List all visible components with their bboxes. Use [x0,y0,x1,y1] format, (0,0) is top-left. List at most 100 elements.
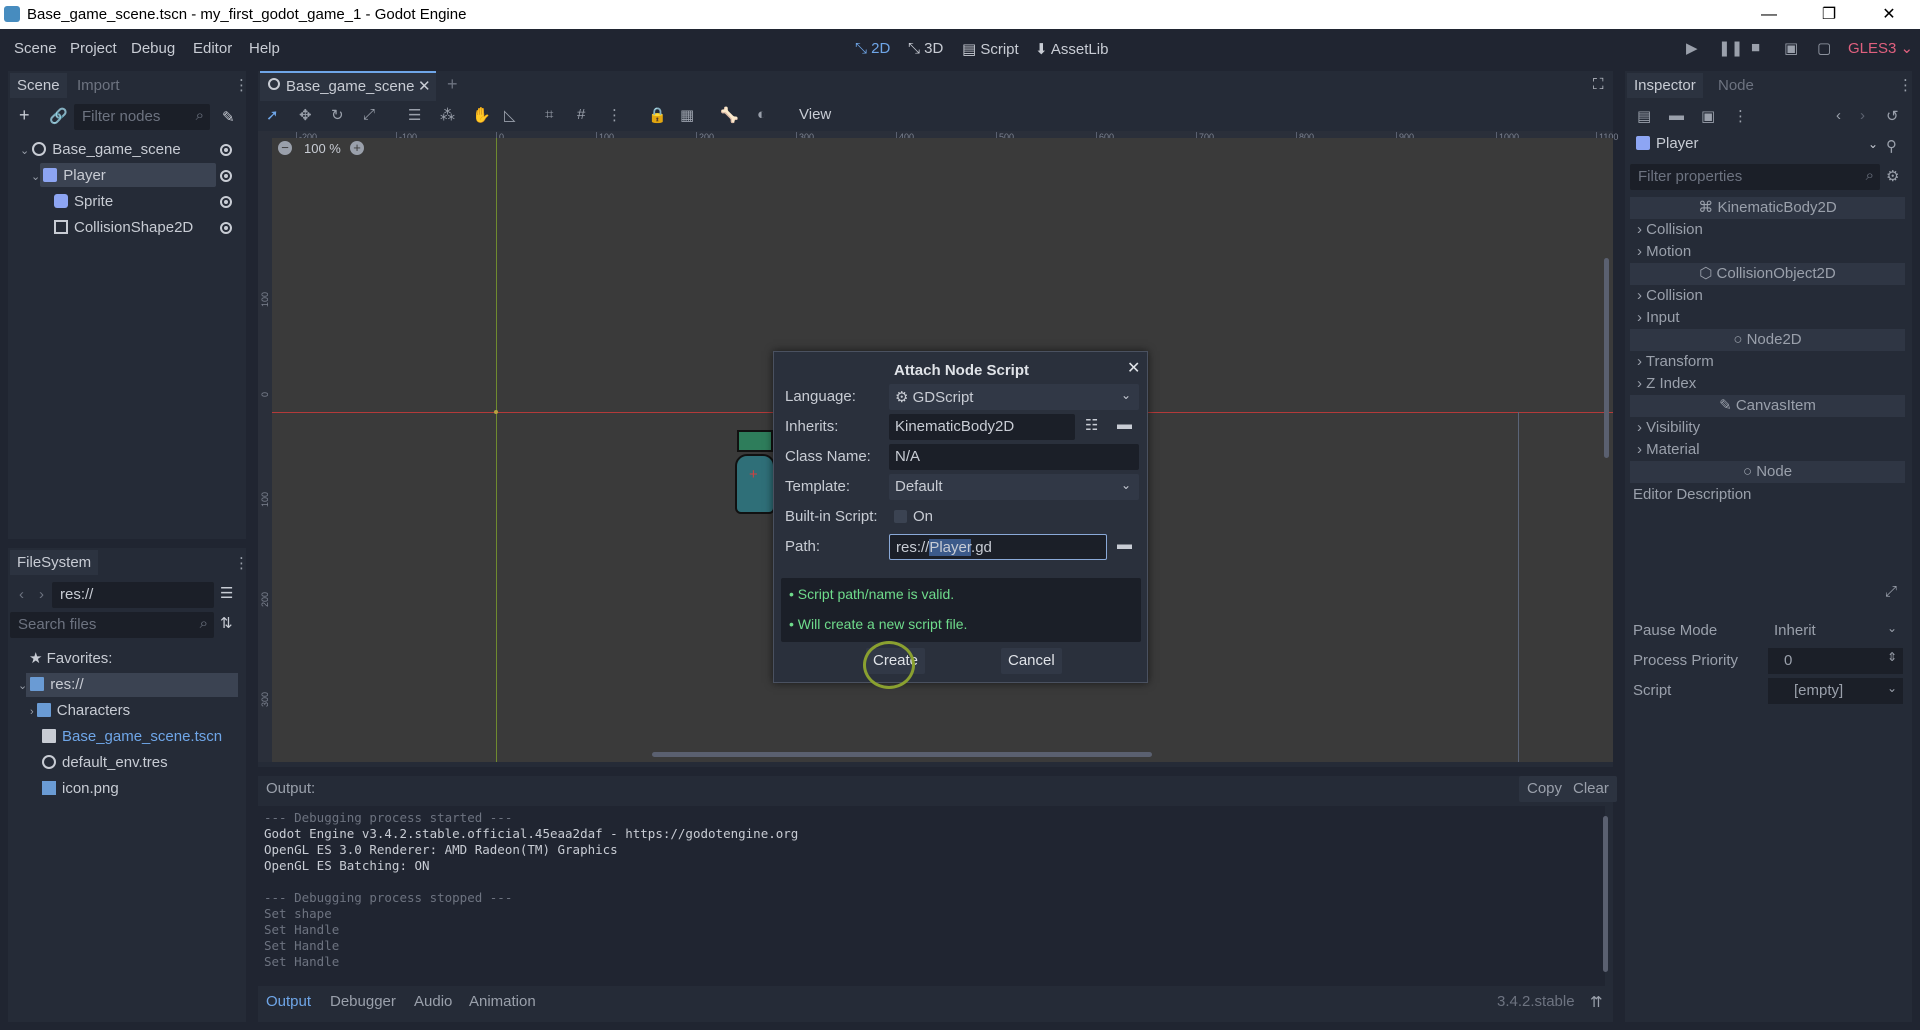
group-z-index[interactable]: › Z Index [1637,375,1696,392]
play-scene-icon[interactable]: ▣ [1784,39,1798,57]
forward-icon[interactable]: › [39,586,44,603]
scale-mode-icon[interactable]: ⤢ [363,106,375,123]
distraction-free-icon[interactable]: ⛶ [1593,76,1604,93]
builtin-checkbox[interactable]: On [894,508,933,525]
menu-scene[interactable]: Scene [14,40,57,57]
scene-tab[interactable]: Base_game_scene ✕ [260,71,436,101]
menu-help[interactable]: Help [249,40,280,57]
workspace-3d[interactable]: ⤡ 3D [908,40,943,57]
list-select-icon[interactable]: ☰ [408,106,421,124]
snap-options-icon[interactable]: ⋮ [607,106,622,124]
fs-item-res[interactable]: ⌄ res:// [18,672,84,698]
pause-icon[interactable]: ❚❚ [1718,39,1743,57]
tab-debugger[interactable]: Debugger [330,993,396,1010]
tab-scene[interactable]: Scene [10,73,67,98]
tree-node-player[interactable]: ⌄ Player [31,163,106,189]
template-select[interactable]: Default ⌄ [889,474,1139,500]
fs-item-base-game-scene[interactable]: Base_game_scene.tscn [42,724,222,750]
tree-node-sprite[interactable]: Sprite [54,189,113,215]
create-button[interactable]: Create [866,648,926,674]
ruler-mode-icon[interactable]: ◺ [504,106,516,124]
inspected-object-select[interactable]: Player ⌄ [1632,135,1882,159]
visibility-eye-icon[interactable] [220,196,232,208]
spin-arrows-icon[interactable]: ⇕ [1887,650,1897,664]
workspace-2d[interactable]: ⤡ 2D [855,40,890,57]
menu-debug[interactable]: Debug [131,40,175,57]
group-visibility[interactable]: › Visibility [1637,419,1700,436]
expand-bottom-panel-icon[interactable]: ⇈ [1590,993,1603,1011]
fs-item-characters[interactable]: › Characters [30,698,130,724]
folder-browse-icon[interactable]: ▬ [1117,416,1132,433]
tab-inspector[interactable]: Inspector [1627,73,1703,98]
tab-node[interactable]: Node [1718,77,1754,94]
pivot-mode-icon[interactable]: ⁂ [440,106,455,124]
visibility-eye-icon[interactable] [220,170,232,182]
skeleton-icon[interactable]: 🦴 [720,106,739,124]
group-collision[interactable]: › Collision [1637,221,1703,238]
close-tab-icon[interactable]: ✕ [418,77,431,95]
group-transform[interactable]: › Transform [1637,353,1714,370]
toggle-split-icon[interactable]: ☰ [220,584,233,602]
visibility-eye-icon[interactable] [220,144,232,156]
grid-snap-icon[interactable]: # [577,106,585,123]
zoom-in-icon[interactable]: + [350,141,364,155]
tab-audio[interactable]: Audio [414,993,452,1010]
sort-icon[interactable]: ⇅ [220,614,233,632]
property-options-icon[interactable]: ⚙ [1886,167,1899,185]
lock-icon[interactable]: 🔒 [648,106,667,124]
view-menu[interactable]: View [799,106,831,123]
horizontal-scrollbar[interactable] [652,752,1152,757]
group-input[interactable]: › Input [1637,309,1680,326]
output-scrollbar[interactable] [1603,816,1608,972]
pause-mode-select[interactable]: Inherit ⌄ [1768,618,1903,644]
history-forward-icon[interactable]: › [1860,107,1865,124]
tab-output[interactable]: Output [266,993,311,1010]
inherits-field[interactable]: KinematicBody2D [889,414,1075,440]
tree-node-base-game-scene[interactable]: ⌄ Base_game_scene [20,137,181,163]
group-motion[interactable]: › Motion [1637,243,1691,260]
move-mode-icon[interactable]: ✥ [299,106,312,124]
workspace-assetlib[interactable]: ⬇ AssetLib [1035,40,1108,58]
group-collision[interactable]: › Collision [1637,287,1703,304]
tab-filesystem[interactable]: FileSystem [10,550,99,575]
history-back-icon[interactable]: ‹ [1836,107,1841,124]
rotate-mode-icon[interactable]: ↻ [331,106,344,124]
group-material[interactable]: › Material [1637,441,1700,458]
fs-item-default-env[interactable]: default_env.tres [42,750,168,776]
dock-menu-icon[interactable]: ⋮ [1898,76,1913,94]
minimize-button[interactable]: — [1740,0,1798,29]
menu-editor[interactable]: Editor [193,40,232,57]
language-select[interactable]: ⚙ GDScript ⌄ [889,384,1139,410]
process-priority-spinbox[interactable]: 0 ⇕ [1768,648,1903,674]
resource-menu-icon[interactable]: ⋮ [1733,107,1748,125]
save-resource-icon[interactable]: ▣ [1701,107,1715,125]
classname-field[interactable]: N/A [889,444,1139,470]
favorites-row[interactable]: ★ Favorites: [29,646,112,672]
folder-browse-icon[interactable]: ▬ [1117,536,1132,553]
new-scene-tab-icon[interactable]: + [447,74,458,95]
group-icon[interactable]: ▦ [680,106,694,124]
inherits-tree-icon[interactable]: ☷ [1085,416,1098,434]
smart-snap-icon[interactable]: ⌗ [545,106,553,123]
stop-icon[interactable]: ■ [1751,39,1760,56]
back-icon[interactable]: ‹ [19,586,24,603]
tree-node-collisionshape2d[interactable]: CollisionShape2D [54,215,193,241]
instance-scene-icon[interactable]: 🔗 [49,107,68,125]
filter-properties-input[interactable]: Filter properties ⌕ [1630,164,1880,190]
load-resource-icon[interactable]: ▬ [1669,107,1684,124]
cancel-button[interactable]: Cancel [1001,648,1062,674]
zoom-level[interactable]: 100 % [304,141,341,156]
history-icon[interactable]: ↺ [1886,107,1899,125]
copy-button[interactable]: Copy [1519,776,1571,802]
restore-button[interactable]: ❐ [1800,0,1858,29]
attach-script-icon[interactable]: ✎ [222,108,235,126]
path-field[interactable]: res://Player.gd [889,534,1107,560]
filter-nodes-input[interactable]: Filter nodes ⌕ [74,104,210,130]
visibility-eye-icon[interactable] [220,222,232,234]
select-mode-icon[interactable]: ➚ [266,106,279,124]
object-properties-icon[interactable]: ⚲ [1886,137,1897,155]
menu-project[interactable]: Project [70,40,117,57]
pan-mode-icon[interactable]: ✋ [472,106,491,124]
camera-icon[interactable]: ◐ [757,106,766,123]
fs-item-icon-png[interactable]: icon.png [42,776,119,802]
